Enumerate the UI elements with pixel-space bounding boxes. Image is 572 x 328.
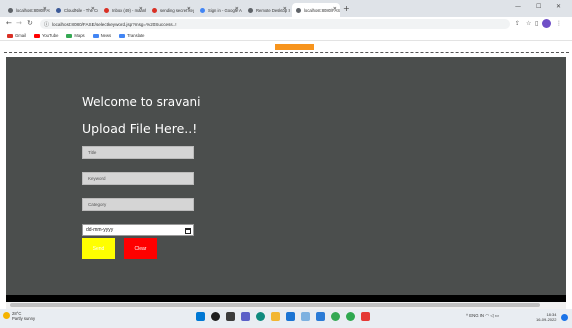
- notepad-icon[interactable]: [301, 312, 310, 321]
- windows-start-icon[interactable]: [196, 312, 205, 321]
- site-info-icon[interactable]: ⓘ: [44, 21, 49, 28]
- dashed-divider: [4, 52, 569, 53]
- weather-desc: Partly sunny: [12, 316, 36, 321]
- browser-tab[interactable]: Inbox (49) - maanh? ✕: [100, 3, 146, 17]
- gmail-icon: [7, 33, 13, 38]
- chat-icon[interactable]: [241, 312, 250, 321]
- translate-icon: [119, 33, 126, 38]
- tab-close-icon[interactable]: ✕: [235, 6, 239, 12]
- tab-favicon-icon: [296, 7, 301, 13]
- bookmark-maps[interactable]: Maps: [66, 33, 85, 38]
- volume-icon[interactable]: ◁: [490, 313, 493, 318]
- tab-close-icon[interactable]: ✕: [283, 6, 287, 12]
- tab-close-icon[interactable]: ✕: [333, 6, 337, 12]
- taskbar-clock[interactable]: 18:34 16-09-2022: [536, 312, 556, 322]
- bookmark-star-icon[interactable]: ☆: [526, 20, 531, 27]
- taskbar-apps: [196, 312, 370, 321]
- minimize-button[interactable]: —: [515, 3, 521, 10]
- task-view-icon[interactable]: [226, 312, 235, 321]
- notification-icon[interactable]: [561, 314, 568, 321]
- profile-avatar[interactable]: [542, 19, 551, 28]
- bookmark-label: News: [100, 33, 112, 38]
- accent-bar: [275, 44, 314, 50]
- reload-icon[interactable]: ↻: [27, 19, 33, 27]
- bookmark-label: YouTube: [41, 33, 59, 38]
- tab-close-icon[interactable]: ✕: [187, 6, 191, 12]
- edge-icon[interactable]: [256, 312, 265, 321]
- maximize-button[interactable]: ☐: [536, 3, 541, 10]
- browser-tab[interactable]: sending secret key - ✕: [148, 3, 194, 17]
- tab-favicon-icon: [200, 7, 205, 13]
- bookmark-news[interactable]: News: [92, 33, 112, 38]
- chrome-icon[interactable]: [331, 312, 340, 321]
- search-icon[interactable]: [211, 312, 220, 321]
- title-input[interactable]: [82, 146, 194, 159]
- bookmark-label: Maps: [74, 33, 85, 38]
- date-input[interactable]: dd-mm-yyyy: [82, 224, 194, 236]
- wifi-icon[interactable]: ◠: [485, 313, 489, 318]
- browser-tab-strip: localhost:8080/FASEr ✕ CloudNile - The C…: [0, 0, 572, 17]
- bookmark-label: Translate: [127, 33, 145, 38]
- sidepanel-icon[interactable]: ▯: [535, 20, 538, 27]
- maps-icon: [66, 33, 73, 38]
- keyword-input[interactable]: [82, 172, 194, 185]
- bookmark-youtube[interactable]: YouTube: [33, 33, 59, 38]
- reset-button[interactable]: Clear: [124, 238, 157, 259]
- page-title: Upload File Here..!: [82, 121, 198, 136]
- tab-favicon-icon: [56, 7, 61, 13]
- store-icon[interactable]: [286, 312, 295, 321]
- clock-date: 16-09-2022: [536, 317, 557, 322]
- menu-kebab-icon[interactable]: ⋮: [556, 20, 562, 27]
- vscode-icon[interactable]: [316, 312, 325, 321]
- page-footer-bar: [6, 295, 566, 302]
- tab-favicon-icon: [248, 7, 253, 13]
- battery-icon[interactable]: ▭: [495, 313, 499, 318]
- calendar-icon[interactable]: [185, 228, 191, 234]
- bookmark-translate[interactable]: Translate: [119, 33, 144, 38]
- tab-close-icon[interactable]: ✕: [139, 6, 143, 12]
- tray-language[interactable]: ENG IN: [469, 313, 484, 318]
- bookmark-gmail[interactable]: Gmail: [7, 33, 26, 38]
- sun-icon: [3, 312, 10, 319]
- category-input[interactable]: [82, 198, 194, 211]
- welcome-message: Welcome to sravani: [82, 95, 201, 109]
- address-bar[interactable]: ⓘ localhost:8080/FASE/selectkeyword.jsp?…: [40, 19, 510, 29]
- browser-tab[interactable]: Remote Desktop Softw ✕: [244, 3, 290, 17]
- app-green-icon[interactable]: [346, 312, 355, 321]
- browser-tab-active[interactable]: localhost:8080/FASE ✕: [292, 3, 340, 17]
- tray-chevron-icon[interactable]: ^: [466, 313, 468, 318]
- horizontal-scrollbar-thumb[interactable]: [10, 303, 540, 307]
- back-arrow-icon[interactable]: ←: [6, 19, 12, 27]
- browser-toolbar: ← → ↻ ⓘ localhost:8080/FASE/selectkeywor…: [0, 17, 572, 31]
- close-window-button[interactable]: ✕: [556, 3, 561, 10]
- weather-widget[interactable]: 28°C Partly sunny: [3, 311, 36, 321]
- share-icon[interactable]: ⇪: [515, 20, 520, 27]
- bookmarks-bar: Gmail YouTube Maps News Translate: [0, 31, 572, 41]
- tab-favicon-icon: [152, 7, 157, 13]
- youtube-icon: [33, 33, 40, 38]
- tab-close-icon[interactable]: ✕: [91, 6, 95, 12]
- tab-favicon-icon: [8, 7, 13, 13]
- browser-tab[interactable]: localhost:8080/FASEr ✕: [4, 3, 50, 17]
- browser-tab[interactable]: CloudNile - The Curio ✕: [52, 3, 98, 17]
- file-explorer-icon[interactable]: [271, 312, 280, 321]
- tab-favicon-icon: [104, 7, 109, 13]
- url-text: localhost:8080/FASE/selectkeyword.jsp?ms…: [52, 21, 177, 27]
- system-tray[interactable]: ^ ENG IN ◠ ◁ ▭: [466, 313, 499, 319]
- bookmark-label: Gmail: [15, 33, 26, 38]
- news-icon: [92, 33, 99, 38]
- submit-button[interactable]: Send: [82, 238, 115, 259]
- date-placeholder: dd-mm-yyyy: [86, 227, 114, 233]
- new-tab-button[interactable]: +: [343, 4, 350, 13]
- browser-tab[interactable]: Sign in - Google Acco ✕: [196, 3, 242, 17]
- app-red-icon[interactable]: [361, 312, 370, 321]
- forward-arrow-icon[interactable]: →: [16, 19, 22, 27]
- tab-close-icon[interactable]: ✕: [43, 6, 47, 12]
